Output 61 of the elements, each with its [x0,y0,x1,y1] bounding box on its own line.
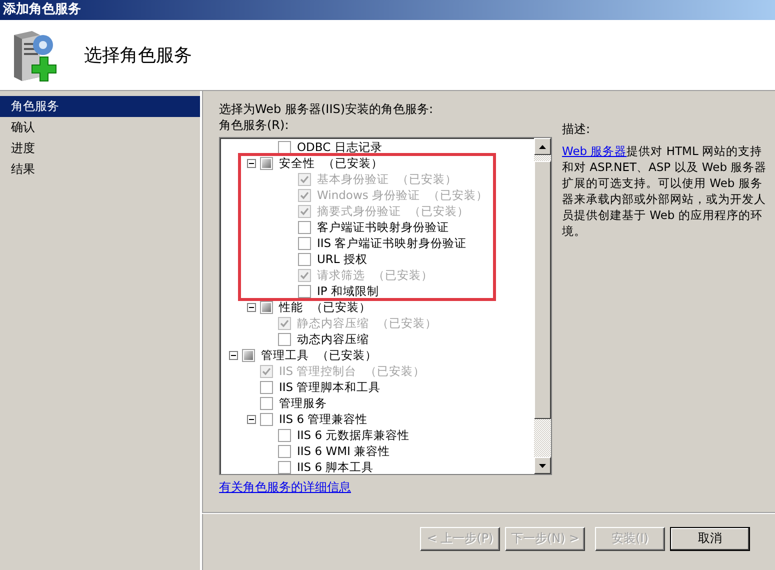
installed-note: （已安装） [373,268,433,282]
installed-note: （已安装） [317,348,377,362]
page-heading: 选择角色服务 [84,44,192,67]
tree-item-label[interactable]: ODBC 日志记录 [297,140,382,154]
checkbox[interactable] [298,236,311,250]
installed-note: （已安装） [311,300,371,314]
scroll-up-button[interactable] [534,138,551,155]
checkbox[interactable] [278,140,291,154]
installed-note: （已安装） [397,172,457,186]
tree-item-label[interactable]: 管理服务 [279,396,327,410]
checkbox[interactable] [260,156,273,170]
tree-item-label[interactable]: 客户端证书映射身份验证 [317,220,449,234]
checkbox[interactable] [260,300,273,314]
checkbox[interactable] [278,460,291,474]
collapse-icon[interactable] [246,302,256,312]
tree-item-label[interactable]: IIS 6 WMI 兼容性 [297,444,390,458]
up-arrow-icon [539,144,546,148]
installed-note: （已安装） [409,204,469,218]
checkbox[interactable] [298,284,311,298]
tree-item-label[interactable]: 安全性 [279,156,315,170]
tree-item-label[interactable]: IP 和域限制 [317,284,379,298]
tree-item-label[interactable]: IIS 6 管理兼容性 [279,412,368,426]
wizard-button[interactable]: 取消 [670,526,750,550]
scroll-down-button[interactable] [534,457,551,474]
sidebar-item[interactable]: 角色服务 [0,96,200,117]
window-title: 添加角色服务 [2,1,81,19]
collapse-icon[interactable] [228,350,238,360]
tree-item-label[interactable]: 动态内容压缩 [297,332,369,346]
tree-item-label[interactable]: 管理工具 [261,348,309,362]
installed-note: （已安装） [364,364,425,378]
list-label: 角色服务(R): [219,117,290,133]
tree-item-label[interactable]: IIS 6 脚本工具 [297,460,374,474]
instruction-text: 选择为Web 服务器(IIS)安装的角色服务: [219,101,434,117]
collapse-icon[interactable] [246,414,256,424]
tree-item-label[interactable]: IIS 6 元数据库兼容性 [297,428,410,442]
checkbox[interactable] [278,444,291,458]
installed-note: （已安装） [377,316,437,330]
checkbox[interactable] [260,380,273,394]
sidebar-item[interactable]: 进度 [0,138,200,159]
installed-note: （已安装） [323,156,383,170]
tree-item-label[interactable]: URL 授权 [317,252,368,266]
tree-item-label[interactable]: IIS 管理脚本和工具 [279,380,381,394]
tree-item-label[interactable]: 性能 [279,300,303,314]
description-heading: 描述: [562,121,592,137]
checkbox[interactable] [242,348,255,362]
sidebar-item[interactable]: 结果 [0,159,200,180]
web-server-link[interactable]: Web 服务器 [562,144,627,158]
checkbox[interactable] [278,428,291,442]
description-text: Web 服务器提供对 HTML 网站的支持和对 ASP.NET、ASP 以及 Web 服务器扩展的可选支持。可以使用 Web 服务器来承载内部或外部网站，或为开发人员提供创建基于 Web 的应用程序的环境。 [562,143,768,239]
down-arrow-icon [539,464,546,468]
details-link[interactable]: 有关角色服务的详细信息 [219,479,552,496]
scrollbar-thumb[interactable] [534,161,551,419]
checkbox[interactable] [260,412,273,426]
checkbox[interactable] [260,396,273,410]
installed-note: （已安装） [428,188,488,202]
tree-item-label[interactable]: IIS 客户端证书映射身份验证 [317,236,467,250]
sidebar-item[interactable]: 确认 [0,117,200,138]
checkbox[interactable] [298,220,311,234]
collapse-icon[interactable] [246,158,256,168]
checkbox[interactable] [278,332,291,346]
checkbox[interactable] [298,252,311,266]
